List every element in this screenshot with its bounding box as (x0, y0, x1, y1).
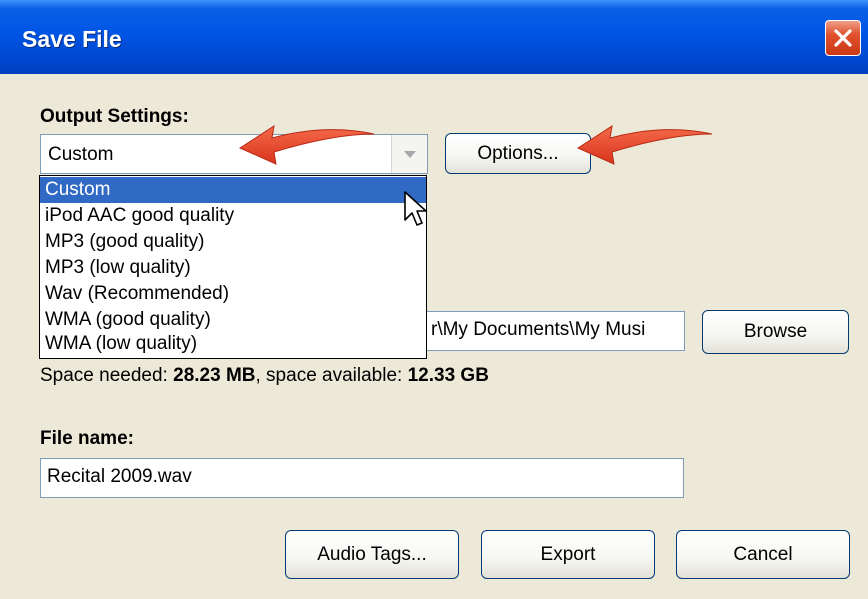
dropdown-item-wma-good[interactable]: WMA (good quality) (40, 307, 426, 333)
annotation-arrow-icon (576, 124, 713, 165)
close-icon (834, 29, 852, 47)
space-available-value: 12.33 GB (407, 365, 489, 386)
mouse-cursor-icon (404, 191, 427, 226)
dropdown-item-custom[interactable]: Custom (40, 177, 426, 203)
annotation-arrow-icon (238, 124, 375, 165)
chevron-down-icon (404, 151, 416, 158)
output-settings-dropdown-list[interactable]: Custom iPod AAC good quality MP3 (good q… (39, 175, 427, 359)
file-name-label: File name: (40, 428, 134, 449)
dropdown-item-wma-low[interactable]: WMA (low quality) (40, 331, 426, 357)
export-button[interactable]: Export (481, 530, 655, 579)
dropdown-item-wav-recommended[interactable]: Wav (Recommended) (40, 281, 426, 307)
audio-tags-button-label: Audio Tags... (317, 544, 427, 565)
output-settings-value: Custom (48, 144, 114, 165)
combo-dropdown-button[interactable] (391, 135, 427, 173)
file-name-input[interactable]: Recital 2009.wav (40, 458, 684, 498)
dropdown-item-ipod-aac-good[interactable]: iPod AAC good quality (40, 203, 426, 229)
space-available-label: , space available: (255, 365, 408, 386)
export-button-label: Export (540, 544, 596, 565)
space-needed-label: Space needed: (40, 365, 174, 386)
folder-path-value: r\My Documents\My Musi (431, 319, 646, 340)
browse-button[interactable]: Browse (702, 310, 849, 354)
cancel-button[interactable]: Cancel (676, 530, 850, 579)
dropdown-item-mp3-good[interactable]: MP3 (good quality) (40, 229, 426, 255)
window-title: Save File (22, 26, 122, 52)
audio-tags-button[interactable]: Audio Tags... (285, 530, 459, 579)
title-bar[interactable]: Save File (0, 0, 868, 74)
browse-button-label: Browse (743, 321, 808, 342)
close-button[interactable] (825, 20, 861, 56)
dropdown-item-mp3-low[interactable]: MP3 (low quality) (40, 255, 426, 281)
file-name-value: Recital 2009.wav (47, 466, 192, 487)
cancel-button-label: Cancel (733, 544, 793, 565)
output-settings-label: Output Settings: (40, 106, 189, 127)
options-button-label: Options... (477, 143, 559, 164)
space-needed-value: 28.23 MB (173, 365, 256, 386)
space-info: Space needed: 28.23 MB, space available:… (40, 365, 489, 387)
save-file-dialog: Save File Output Settings: Custom Option… (0, 0, 868, 599)
